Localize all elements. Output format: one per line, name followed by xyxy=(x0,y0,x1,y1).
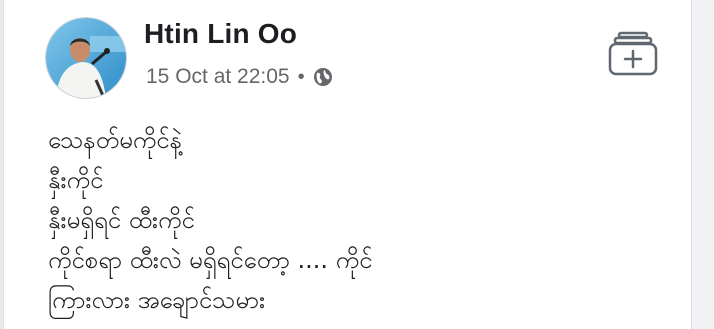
post-card: Htin Lin Oo 15 Oct at 22:05 • သေနတ်မကိုင… xyxy=(4,0,692,329)
post-text-line: ကြားလား အချောင်သမား xyxy=(48,286,266,314)
post-text-line: ကိုင်စရာ ထီးလဲ မရှိရင်တော့ .... ကိုင် xyxy=(48,246,373,274)
add-to-collection-icon xyxy=(608,31,658,76)
post-timestamp[interactable]: 15 Oct at 22:05 xyxy=(146,65,290,89)
globe-icon[interactable] xyxy=(313,67,333,87)
avatar-photo xyxy=(46,18,126,98)
meta-separator: • xyxy=(297,66,305,88)
avatar[interactable] xyxy=(46,18,126,98)
post-text-line: သေနတ်မကိုင်နဲ့ xyxy=(48,126,183,154)
page-scroll-gutter xyxy=(691,0,714,329)
author-name[interactable]: Htin Lin Oo xyxy=(144,18,297,50)
post-text-line: နှီးမရှိရင် ထီးကိုင် xyxy=(48,206,195,234)
save-to-collection-button[interactable] xyxy=(607,30,659,76)
post-text-line: နှီးကိုင် xyxy=(48,166,104,194)
post-text: သေနတ်မကိုင်နဲ့ နှီးကိုင် နှီးမရှိရင် ထီး… xyxy=(48,120,648,320)
post-meta: 15 Oct at 22:05 • xyxy=(146,63,333,91)
